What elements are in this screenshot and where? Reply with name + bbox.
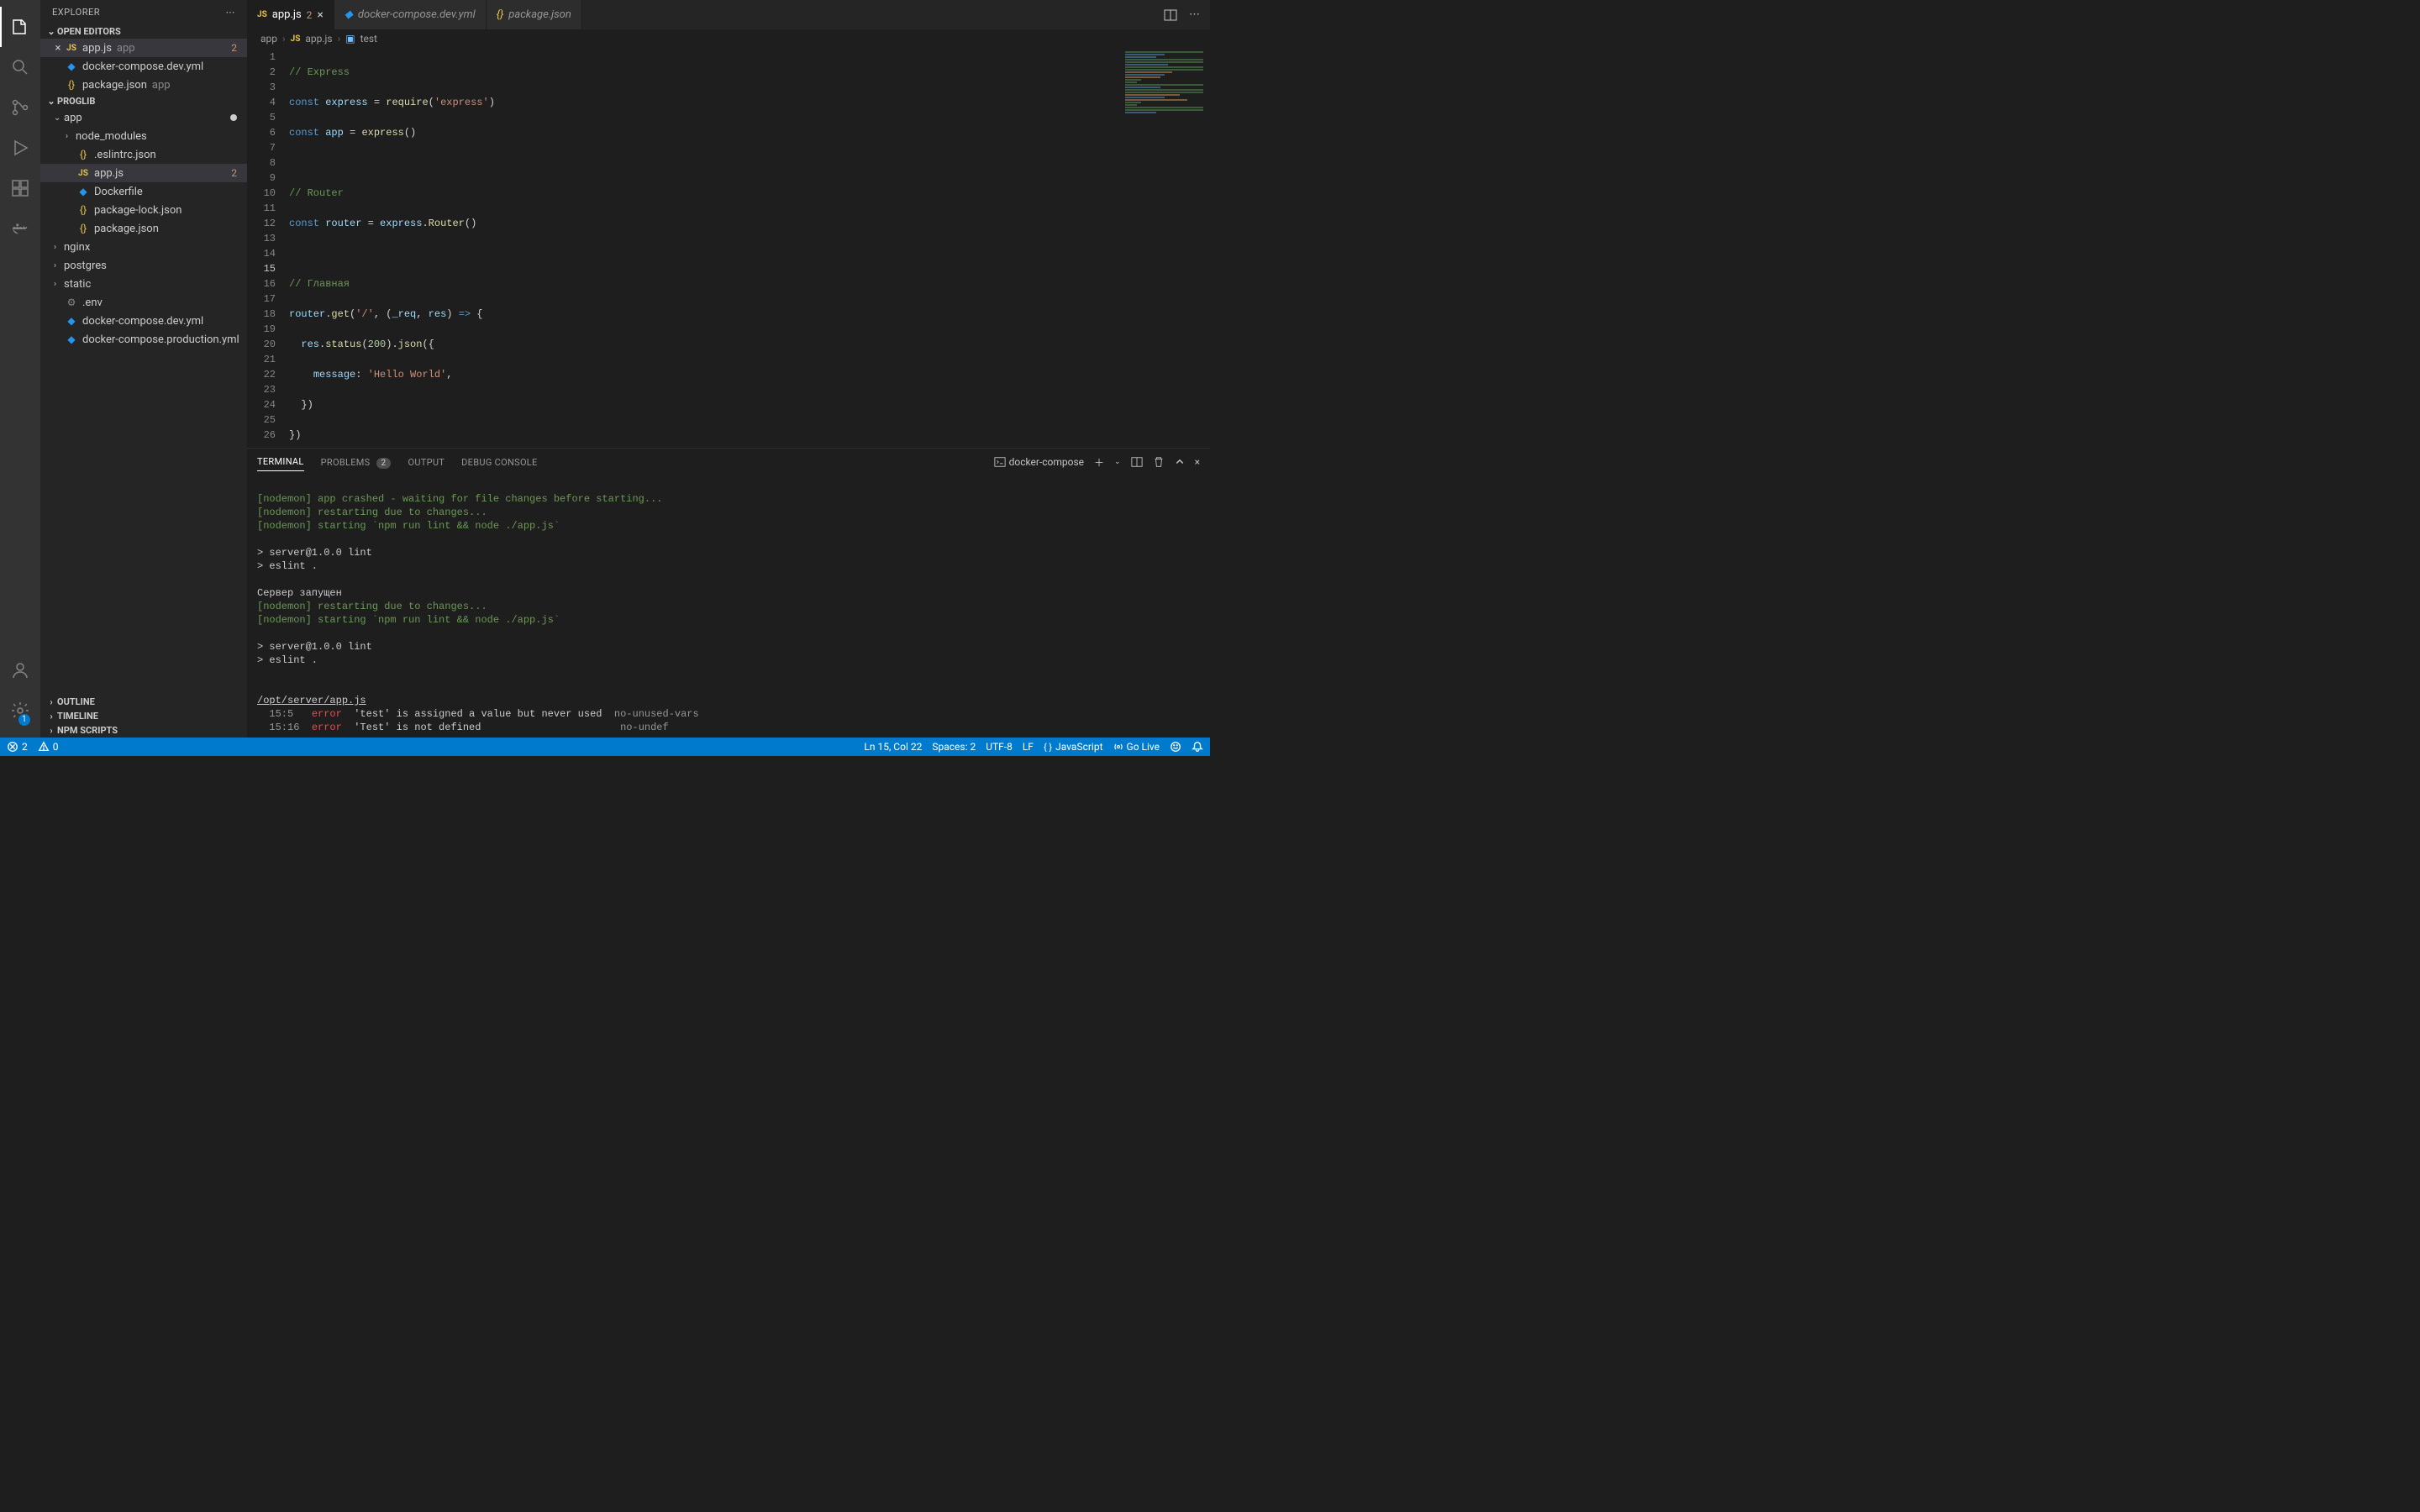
maximize-panel-icon[interactable]: [1175, 457, 1185, 467]
activity-bar: 1: [0, 0, 40, 738]
status-errors[interactable]: 2: [7, 741, 28, 753]
docker-file-icon: ◆: [64, 315, 79, 327]
json-icon: {}: [76, 149, 91, 160]
tab-bar: JS app.js 2 × ◆ docker-compose.dev.yml {…: [247, 0, 1210, 29]
tab-appjs[interactable]: JS app.js 2 ×: [247, 0, 334, 29]
file-item[interactable]: ◆ Dockerfile: [40, 182, 247, 201]
docker-file-icon: ◆: [345, 8, 353, 21]
js-icon: JS: [64, 44, 79, 53]
more-icon[interactable]: ⋯: [226, 7, 236, 18]
open-editor-item[interactable]: × JS app.js app 2: [40, 39, 247, 57]
folder-item[interactable]: › node_modules: [40, 127, 247, 145]
gear-icon: ⚙: [64, 297, 79, 308]
json-icon: {}: [76, 223, 91, 234]
new-terminal-icon[interactable]: ＋: [1094, 455, 1104, 470]
close-icon[interactable]: ×: [317, 8, 323, 22]
docker-file-icon: ◆: [64, 60, 79, 72]
code-content[interactable]: // Express const express = require('expr…: [289, 48, 1210, 448]
search-icon[interactable]: [0, 47, 40, 87]
json-icon: {}: [76, 204, 91, 216]
split-editor-icon[interactable]: [1164, 8, 1177, 22]
extensions-icon[interactable]: [0, 168, 40, 208]
settings-gear-icon[interactable]: 1: [0, 690, 40, 731]
js-icon: JS: [257, 10, 267, 19]
close-icon[interactable]: ×: [52, 42, 64, 55]
folder-item[interactable]: › static: [40, 275, 247, 293]
tab-terminal[interactable]: TERMINAL: [257, 453, 304, 471]
status-go-live[interactable]: Go Live: [1113, 741, 1160, 753]
file-item[interactable]: {} package.json: [40, 219, 247, 238]
status-language[interactable]: { } JavaScript: [1044, 741, 1103, 753]
breadcrumb[interactable]: app › JS app.js › ▣ test: [247, 29, 1210, 48]
editor-area: JS app.js 2 × ◆ docker-compose.dev.yml {…: [247, 0, 1210, 738]
tab-output[interactable]: OUTPUT: [408, 454, 445, 471]
status-encoding[interactable]: UTF-8: [986, 741, 1013, 753]
file-item[interactable]: JS app.js 2: [40, 164, 247, 182]
status-eol[interactable]: LF: [1023, 741, 1034, 753]
settings-badge: 1: [18, 714, 30, 726]
status-bar: 2 0 Ln 15, Col 22 Spaces: 2 UTF-8 LF { }…: [0, 738, 1210, 756]
status-spaces[interactable]: Spaces: 2: [932, 741, 976, 753]
npm-scripts-header[interactable]: ›NPM SCRIPTS: [40, 723, 247, 738]
status-bell-icon[interactable]: [1192, 741, 1203, 753]
docker-icon[interactable]: [0, 208, 40, 249]
json-icon: {}: [497, 8, 504, 21]
js-lang-icon: { }: [1044, 742, 1052, 753]
variable-icon: ▣: [345, 33, 355, 45]
file-item[interactable]: {} .eslintrc.json: [40, 145, 247, 164]
terminal-dropdown-icon[interactable]: ⌄: [1114, 458, 1121, 466]
file-item[interactable]: {} package-lock.json: [40, 201, 247, 219]
kill-terminal-icon[interactable]: [1153, 456, 1165, 468]
project-header[interactable]: ⌄PROGLIB: [40, 94, 247, 108]
terminal-output[interactable]: [nodemon] app crashed - waiting for file…: [247, 475, 1210, 738]
terminal-launcher[interactable]: docker-compose: [994, 456, 1084, 468]
open-editor-item[interactable]: {} package.json app: [40, 76, 247, 94]
close-panel-icon[interactable]: ×: [1195, 456, 1200, 468]
outline-header[interactable]: ›OUTLINE: [40, 695, 247, 709]
source-control-icon[interactable]: [0, 87, 40, 128]
minimap[interactable]: [1118, 48, 1210, 448]
status-warnings[interactable]: 0: [38, 741, 59, 753]
split-terminal-icon[interactable]: [1131, 456, 1143, 468]
tab-docker-compose[interactable]: ◆ docker-compose.dev.yml: [334, 0, 487, 29]
js-icon: JS: [291, 34, 301, 44]
accounts-icon[interactable]: [0, 650, 40, 690]
line-gutter: 12345 678910 1112131415 1617181920 21222…: [247, 48, 289, 448]
explorer-icon[interactable]: [0, 7, 40, 47]
more-icon[interactable]: ⋯: [1189, 8, 1200, 21]
timeline-header[interactable]: ›TIMELINE: [40, 709, 247, 723]
tab-package-json[interactable]: {} package.json: [487, 0, 582, 29]
json-icon: {}: [64, 79, 79, 91]
code-editor[interactable]: 12345 678910 1112131415 1617181920 21222…: [247, 48, 1210, 448]
modified-dot-icon: [230, 114, 237, 121]
file-item[interactable]: ⚙ .env: [40, 293, 247, 312]
sidebar-title: EXPLORER: [52, 7, 100, 18]
tab-debug-console[interactable]: DEBUG CONSOLE: [461, 454, 537, 471]
status-line-col[interactable]: Ln 15, Col 22: [864, 741, 922, 753]
docker-file-icon: ◆: [64, 333, 79, 345]
file-item[interactable]: ◆ docker-compose.production.yml: [40, 330, 247, 349]
js-icon: JS: [76, 169, 91, 178]
docker-file-icon: ◆: [76, 186, 91, 197]
sidebar: EXPLORER ⋯ ⌄OPEN EDITORS × JS app.js app…: [40, 0, 247, 738]
run-debug-icon[interactable]: [0, 128, 40, 168]
tab-problems[interactable]: PROBLEMS 2: [321, 454, 392, 471]
status-feedback-icon[interactable]: [1170, 741, 1181, 753]
folder-item[interactable]: ⌄ app: [40, 108, 247, 127]
folder-item[interactable]: › postgres: [40, 256, 247, 275]
open-editors-header[interactable]: ⌄OPEN EDITORS: [40, 24, 247, 39]
open-editor-item[interactable]: ◆ docker-compose.dev.yml: [40, 57, 247, 76]
panel: TERMINAL PROBLEMS 2 OUTPUT DEBUG CONSOLE…: [247, 448, 1210, 738]
folder-item[interactable]: › nginx: [40, 238, 247, 256]
file-item[interactable]: ◆ docker-compose.dev.yml: [40, 312, 247, 330]
